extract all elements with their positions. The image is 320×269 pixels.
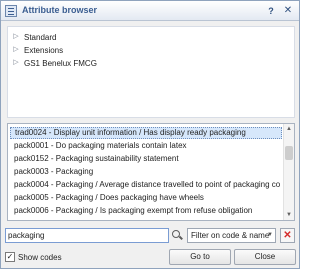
expand-arrow-icon[interactable]: ▷ (12, 57, 20, 69)
close-button[interactable]: Close (234, 249, 296, 265)
result-row[interactable]: pack0006 - Packaging / Is packaging exem… (14, 205, 280, 217)
chevron-down-icon[interactable]: ▼ (267, 229, 273, 242)
window-title: Attribute browser (22, 5, 98, 15)
result-row[interactable]: pack0001 - Do packaging materials contai… (14, 140, 280, 152)
show-codes-label[interactable]: Show codes (18, 253, 62, 262)
show-codes-option[interactable]: ✓ Show codes (5, 250, 62, 264)
expand-arrow-icon[interactable]: ▷ (12, 44, 20, 56)
result-row[interactable]: pack0004 - Packaging / Average distance … (14, 179, 280, 191)
attribute-browser-dialog: Attribute browser ? ✕ ▷ Standard ▷ Exten… (0, 0, 300, 269)
tree-node-extensions[interactable]: ▷ Extensions (12, 44, 63, 56)
tree-node-label: GS1 Benelux FMCG (24, 58, 97, 68)
scroll-up-icon[interactable]: ▲ (284, 124, 294, 134)
expand-arrow-icon[interactable]: ▷ (12, 31, 20, 43)
scrollbar-thumb[interactable] (285, 146, 293, 160)
search-input[interactable] (5, 228, 169, 243)
title-bar: Attribute browser ? ✕ (1, 1, 299, 21)
result-row[interactable]: trad0024 - Display unit information / Ha… (10, 127, 282, 139)
help-icon[interactable]: ? (264, 4, 278, 18)
tree-node-label: Extensions (24, 45, 64, 55)
result-row[interactable]: pack0152 - Packaging sustainability stat… (14, 153, 280, 165)
clear-search-button[interactable]: ✕ (280, 228, 295, 243)
filter-mode-value: Filter on code & name (191, 231, 270, 240)
results-scrollbar[interactable]: ▲ ▼ (283, 124, 294, 220)
close-icon[interactable]: ✕ (281, 4, 295, 18)
result-row[interactable]: pack0005 - Packaging / Does packaging ha… (14, 192, 280, 204)
search-icon[interactable] (170, 228, 184, 243)
filter-mode-select[interactable]: Filter on code & name ▼ (187, 228, 276, 243)
goto-button[interactable]: Go to (169, 249, 231, 265)
tree-node-label: Standard (24, 32, 57, 42)
result-row[interactable]: pack0003 - Packaging (14, 166, 280, 178)
tree-node-gs1-benelux-fmcg[interactable]: ▷ GS1 Benelux FMCG (12, 57, 97, 69)
show-codes-checkbox[interactable]: ✓ (5, 252, 15, 262)
tree-node-standard[interactable]: ▷ Standard (12, 31, 56, 43)
search-results-list[interactable]: trad0024 - Display unit information / Ha… (7, 123, 295, 221)
app-icon (5, 5, 17, 17)
attribute-tree[interactable]: ▷ Standard ▷ Extensions ▷ GS1 Benelux FM… (7, 26, 295, 118)
scroll-down-icon[interactable]: ▼ (284, 210, 294, 220)
